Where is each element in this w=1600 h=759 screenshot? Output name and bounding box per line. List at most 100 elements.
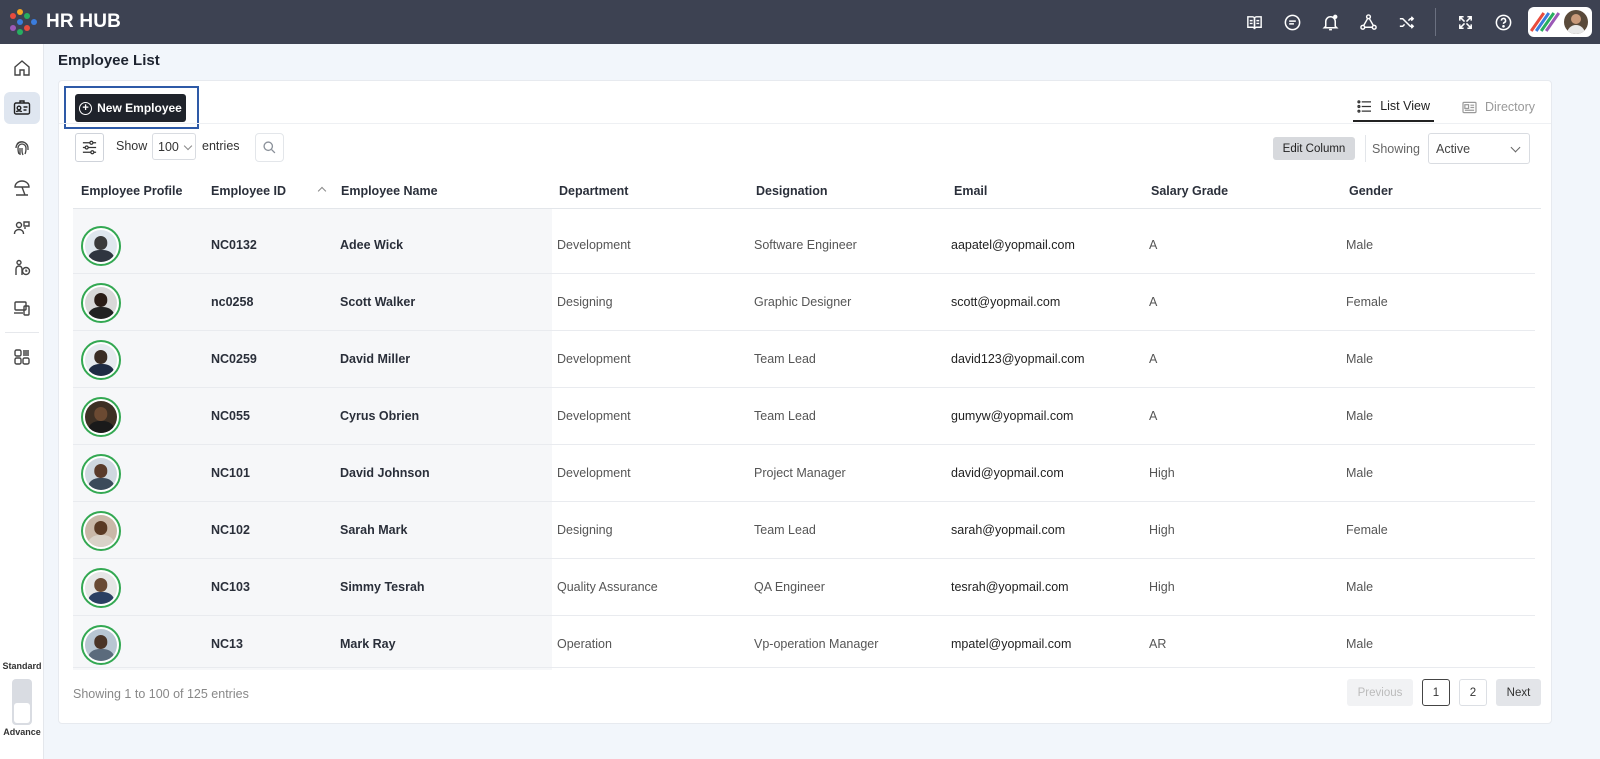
- cell-gender: Male: [1346, 352, 1374, 366]
- col-department[interactable]: Department: [559, 173, 628, 209]
- entries-label: entries: [202, 139, 240, 153]
- col-employee-id[interactable]: Employee ID: [211, 173, 286, 209]
- sort-asc-icon[interactable]: [317, 186, 327, 196]
- employee-avatar[interactable]: [81, 340, 121, 380]
- col-salary-grade[interactable]: Salary Grade: [1151, 173, 1228, 209]
- cell-department: Development: [557, 238, 631, 252]
- new-employee-label: New Employee: [97, 101, 182, 115]
- mode-toggle[interactable]: [12, 679, 32, 725]
- status-filter-select[interactable]: Active: [1428, 133, 1530, 164]
- list-icon: [1357, 99, 1372, 113]
- new-employee-button[interactable]: + New Employee: [75, 94, 186, 122]
- cell-employee-name[interactable]: Scott Walker: [340, 274, 415, 331]
- bell-icon[interactable]: [1311, 0, 1349, 44]
- expand-icon[interactable]: [1446, 0, 1484, 44]
- sidebar-item-home[interactable]: [4, 52, 40, 84]
- table-row[interactable]: NC103 Simmy Tesrah Quality Assurance QA Eng…: [73, 559, 1535, 616]
- cell-gender: Male: [1346, 409, 1374, 423]
- entries-select[interactable]: 100: [152, 133, 196, 160]
- triangle-network-icon[interactable]: [1349, 0, 1387, 44]
- shuffle-icon[interactable]: [1387, 0, 1425, 44]
- home-icon: [13, 60, 30, 76]
- chat-icon[interactable]: [1273, 0, 1311, 44]
- tab-list-view[interactable]: List View: [1353, 99, 1434, 122]
- page-2-button[interactable]: 2: [1459, 679, 1487, 706]
- cell-salary-grade: AR: [1149, 637, 1167, 651]
- employee-list-card: + New Employee List View Directory Show …: [58, 80, 1552, 724]
- sidebar-item-attendance[interactable]: [4, 132, 40, 164]
- employee-avatar[interactable]: [81, 511, 121, 551]
- cell-employee-name[interactable]: David Johnson: [340, 445, 430, 502]
- sidebar-item-assets[interactable]: [4, 292, 40, 324]
- pagination: Previous 1 2 Next: [1338, 679, 1541, 706]
- cell-email: mpatel@yopmail.com: [951, 637, 1072, 651]
- employee-avatar[interactable]: [81, 568, 121, 608]
- sidebar-item-apps[interactable]: [4, 341, 40, 373]
- table-row[interactable]: NC0132 Adee Wick Development Software Engin…: [73, 217, 1535, 274]
- employee-avatar[interactable]: [81, 625, 121, 665]
- logo-icon: [8, 7, 42, 37]
- cell-gender: Male: [1346, 580, 1374, 594]
- cell-email: aapatel@yopmail.com: [951, 238, 1075, 252]
- page-1-button[interactable]: 1: [1422, 679, 1450, 706]
- cell-designation: Team Lead: [754, 523, 816, 537]
- table-row[interactable]: NC055 Cyrus Obrien Development Team Lead gum…: [73, 388, 1535, 445]
- people-icon: [13, 221, 30, 235]
- table-row[interactable]: NC13 Mark Ray Operation Vp-operation Manage…: [73, 616, 1535, 668]
- cell-designation: Software Engineer: [754, 238, 857, 252]
- app-logo[interactable]: HR HUB: [8, 7, 121, 37]
- table-row[interactable]: nc0258 Scott Walker Designing Graphic Desig…: [73, 274, 1535, 331]
- table-row[interactable]: NC101 David Johnson Development Project Man…: [73, 445, 1535, 502]
- cell-gender: Female: [1346, 523, 1388, 537]
- cell-email: scott@yopmail.com: [951, 295, 1061, 309]
- employee-avatar[interactable]: [81, 454, 121, 494]
- tab-directory[interactable]: Directory: [1458, 99, 1539, 122]
- col-gender[interactable]: Gender: [1349, 173, 1393, 209]
- cell-employee-name[interactable]: Cyrus Obrien: [340, 388, 419, 445]
- chevron-down-icon: [183, 141, 193, 151]
- edit-column-button[interactable]: Edit Column: [1273, 137, 1355, 160]
- employee-avatar[interactable]: [81, 283, 121, 323]
- employee-avatar[interactable]: [81, 226, 121, 266]
- filter-button[interactable]: [75, 133, 104, 162]
- col-employee-name[interactable]: Employee Name: [341, 173, 438, 209]
- cell-email: gumyw@yopmail.com: [951, 409, 1074, 423]
- cell-employee-name[interactable]: Adee Wick: [340, 217, 403, 274]
- user-avatar: [1564, 10, 1588, 34]
- cell-designation: Team Lead: [754, 352, 816, 366]
- cell-department: Development: [557, 466, 631, 480]
- table-row[interactable]: NC0259 David Miller Development Team Lead da…: [73, 331, 1535, 388]
- cell-employee-name[interactable]: David Miller: [340, 331, 410, 388]
- sliders-icon: [82, 140, 97, 155]
- cell-email: david@yopmail.com: [951, 466, 1064, 480]
- cell-salary-grade: A: [1149, 352, 1158, 366]
- cell-employee-name[interactable]: Sarah Mark: [340, 502, 407, 559]
- cell-email: tesrah@yopmail.com: [951, 580, 1069, 594]
- employee-avatar[interactable]: [81, 397, 121, 437]
- sidebar-item-timesheet[interactable]: [4, 252, 40, 284]
- contact-card-icon: [1462, 101, 1477, 113]
- cell-employee-name[interactable]: Simmy Tesrah: [340, 559, 425, 616]
- cell-employee-id: NC103: [211, 580, 250, 594]
- cell-salary-grade: High: [1149, 466, 1175, 480]
- sidebar-item-leave[interactable]: [4, 172, 40, 204]
- col-designation[interactable]: Designation: [756, 173, 828, 209]
- cell-department: Operation: [557, 637, 612, 651]
- book-icon[interactable]: [1235, 0, 1273, 44]
- company-logo-icon: [1529, 12, 1561, 32]
- sidebar-item-employees[interactable]: [3, 92, 40, 124]
- col-employee-profile[interactable]: Employee Profile: [81, 173, 182, 209]
- search-button[interactable]: [255, 133, 284, 162]
- next-page-button[interactable]: Next: [1496, 679, 1541, 706]
- beach-umbrella-icon: [13, 180, 30, 196]
- col-email[interactable]: Email: [954, 173, 987, 209]
- cell-employee-name[interactable]: Mark Ray: [340, 616, 396, 670]
- sidebar-item-people[interactable]: [4, 212, 40, 244]
- cell-email: sarah@yopmail.com: [951, 523, 1066, 537]
- help-icon[interactable]: [1484, 0, 1522, 44]
- table-row[interactable]: NC102 Sarah Mark Designing Team Lead sarah@y…: [73, 502, 1535, 559]
- cell-gender: Female: [1346, 295, 1388, 309]
- user-menu[interactable]: [1528, 7, 1592, 37]
- cell-employee-id: nc0258: [211, 295, 254, 309]
- previous-page-button[interactable]: Previous: [1347, 679, 1413, 706]
